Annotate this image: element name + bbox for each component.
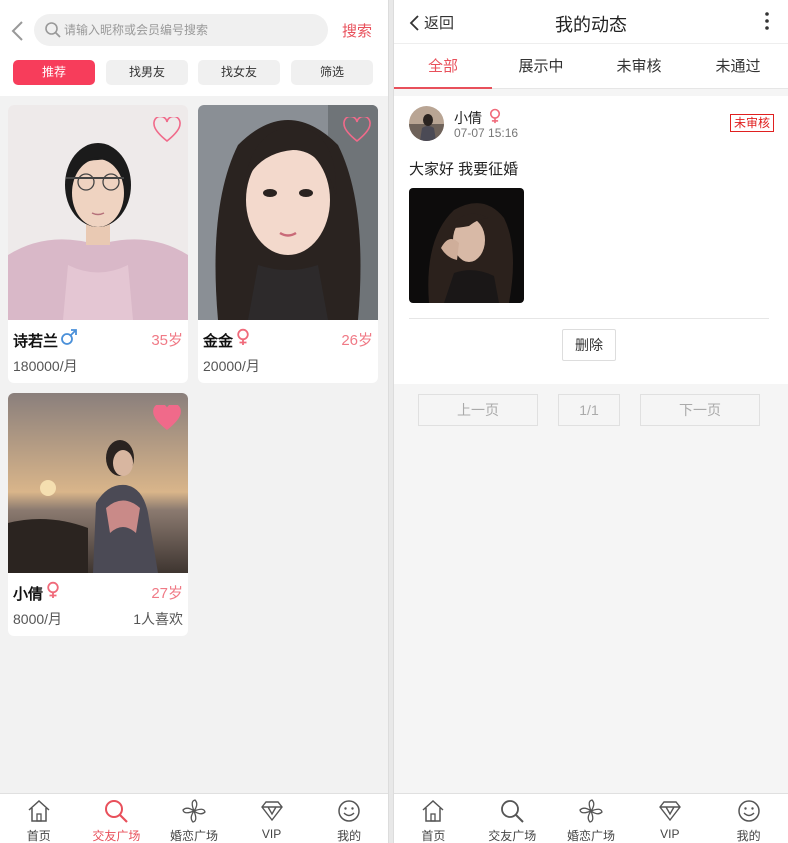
post-image[interactable] — [409, 188, 524, 303]
tab-all[interactable]: 全部 — [394, 44, 492, 89]
bottom-nav: 首页 交友广场 婚恋广场 VIP 我的 — [0, 793, 388, 843]
status-badge: 未审核 — [729, 114, 774, 132]
female-icon — [489, 108, 501, 124]
filter-tab-find-boyfriend[interactable]: 找男友 — [106, 60, 188, 85]
more-vertical-icon[interactable] — [762, 10, 772, 32]
header: 返回 我的动态 — [394, 0, 788, 44]
back-icon[interactable] — [8, 20, 28, 42]
diamond-icon — [658, 801, 681, 822]
nav-label: 我的 — [736, 829, 761, 843]
nav-label: 首页 — [421, 829, 446, 843]
my-posts-screen: 返回 我的动态 全部 展示中 未审核 未通过 小倩 07-07 15:16 未审… — [394, 0, 788, 843]
search-button[interactable]: 搜索 — [342, 20, 372, 41]
nav-vip[interactable]: VIP — [233, 794, 311, 843]
page-title: 我的动态 — [555, 15, 627, 35]
profile-name: 诗若兰 — [13, 333, 59, 350]
female-icon — [237, 328, 249, 345]
search-input[interactable] — [64, 14, 322, 46]
avatar[interactable] — [409, 106, 444, 141]
home-icon — [28, 799, 50, 822]
nav-label: VIP — [660, 827, 680, 841]
next-page-button[interactable]: 下一页 — [640, 394, 760, 426]
friend-square-screen: 搜索 推荐 找男友 找女友 筛选 — [0, 0, 388, 843]
filter-tab-filter[interactable]: 筛选 — [291, 60, 373, 85]
nav-label: 交友广场 — [92, 829, 141, 843]
search-icon — [501, 800, 524, 823]
pinwheel-icon — [182, 799, 206, 823]
pinwheel-icon — [579, 799, 603, 823]
profile-photo — [198, 105, 378, 320]
post-time: 07-07 15:16 — [454, 126, 519, 140]
post-author: 小倩 — [454, 110, 482, 126]
search-header: 搜索 推荐 找男友 找女友 筛选 — [0, 0, 388, 96]
nav-label: VIP — [261, 827, 282, 841]
nav-marriage-square[interactable]: 婚恋广场 — [552, 794, 631, 843]
prev-page-button[interactable]: 上一页 — [418, 394, 538, 426]
profile-photo — [8, 393, 188, 573]
profile-name: 小倩 — [13, 586, 44, 603]
filter-tab-find-girlfriend[interactable]: 找女友 — [198, 60, 280, 85]
page-indicator: 1/1 — [558, 394, 620, 426]
profile-card[interactable]: 诗若兰 35岁 180000/月 — [8, 105, 188, 383]
post-item: 小倩 07-07 15:16 未审核 大家好 我要征婚 删除 — [394, 96, 788, 384]
nav-home[interactable]: 首页 — [0, 794, 78, 843]
delete-button[interactable]: 删除 — [562, 329, 616, 361]
smile-icon — [737, 800, 760, 822]
smile-icon — [338, 800, 360, 822]
female-icon — [47, 581, 59, 598]
nav-friend-square[interactable]: 交友广场 — [78, 794, 156, 843]
male-icon — [61, 329, 77, 345]
nav-home[interactable]: 首页 — [394, 794, 473, 843]
heart-filled-icon[interactable] — [153, 405, 181, 431]
tab-pending[interactable]: 未审核 — [590, 44, 688, 89]
search-box — [34, 14, 328, 46]
nav-label: 交友广场 — [488, 829, 537, 843]
profile-card[interactable]: 小倩 27岁 8000/月 1人喜欢 — [8, 393, 188, 636]
diamond-icon — [260, 801, 283, 822]
nav-mine[interactable]: 我的 — [310, 794, 388, 843]
filter-tab-recommend[interactable]: 推荐 — [13, 60, 95, 85]
profile-salary: 20000/月 — [203, 358, 260, 374]
bottom-nav: 首页 交友广场 婚恋广场 VIP 我的 — [394, 793, 788, 843]
profile-age: 35岁 — [151, 332, 183, 349]
heart-outline-icon[interactable] — [343, 117, 371, 143]
profile-salary: 8000/月 — [13, 611, 63, 627]
nav-label: 首页 — [26, 829, 51, 843]
pagination: 上一页 1/1 下一页 — [394, 394, 788, 426]
nav-marriage-square[interactable]: 婚恋广场 — [155, 794, 233, 843]
search-icon — [105, 800, 129, 823]
home-icon — [422, 799, 444, 822]
divider — [409, 318, 769, 319]
profile-salary: 180000/月 — [13, 358, 78, 374]
search-icon — [45, 22, 61, 38]
nav-mine[interactable]: 我的 — [709, 794, 788, 843]
nav-vip[interactable]: VIP — [630, 794, 709, 843]
nav-friend-square[interactable]: 交友广场 — [473, 794, 552, 843]
status-tabs: 全部 展示中 未审核 未通过 — [394, 44, 788, 89]
nav-label: 婚恋广场 — [169, 829, 218, 843]
nav-label: 婚恋广场 — [566, 829, 615, 843]
profile-likes: 1人喜欢 — [133, 611, 183, 627]
profile-card[interactable]: 金金 26岁 20000/月 — [198, 105, 378, 383]
nav-label: 我的 — [337, 829, 362, 843]
profile-age: 26岁 — [341, 332, 373, 349]
tab-rejected[interactable]: 未通过 — [688, 44, 788, 89]
tab-showing[interactable]: 展示中 — [492, 44, 590, 89]
post-text: 大家好 我要征婚 — [409, 161, 519, 178]
profile-name: 金金 — [203, 333, 234, 350]
heart-outline-icon[interactable] — [153, 117, 181, 143]
profile-photo — [8, 105, 188, 320]
profile-age: 27岁 — [151, 585, 183, 602]
